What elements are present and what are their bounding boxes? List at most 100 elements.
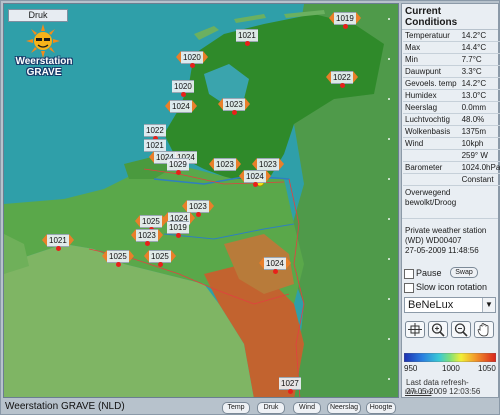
scale-max: 1050 — [478, 364, 496, 373]
condition-value: 10kph — [458, 137, 500, 150]
condition-label: Humidex — [403, 89, 459, 102]
station-label[interactable]: 1021 — [236, 29, 258, 46]
logo-line2: GRAVE — [26, 67, 62, 78]
condition-value: 7.7°C — [458, 53, 500, 66]
pause-checkbox[interactable] — [404, 268, 414, 279]
station-info-line1: Private weather station — [405, 226, 487, 235]
station-dot — [231, 110, 237, 115]
logo-line1: Weerstation — [15, 56, 73, 67]
condition-label: Wolkenbasis — [403, 125, 459, 138]
zoom-extent-button[interactable] — [405, 321, 425, 338]
station-label[interactable]: 1023 — [131, 229, 163, 246]
station-label[interactable]: 1024 — [259, 257, 291, 274]
condition-label: Max — [403, 41, 459, 54]
map-tab-druk[interactable]: Druk — [8, 9, 68, 22]
condition-label: Gevoels. temp — [403, 77, 459, 90]
swap-button[interactable]: Swap — [450, 267, 478, 278]
station-dot — [244, 41, 250, 46]
layer-button-hoogte[interactable]: Hoogte — [366, 402, 396, 414]
station-label[interactable]: 1024 — [165, 100, 197, 113]
pause-label: Pause — [416, 268, 442, 278]
forecast-line2: bewolkt/Droog — [405, 198, 457, 207]
region-select[interactable]: BeNeLux ▼ — [404, 297, 496, 313]
condition-label: Temperatuur — [403, 30, 459, 42]
condition-row: Neerslag 0.0mm — [403, 101, 500, 114]
version-link[interactable]: MML 1.03 — [405, 390, 431, 396]
station-label[interactable]: 1021 — [144, 139, 166, 152]
condition-value: 1024.0hPa — [458, 161, 500, 174]
scale-mid: 1000 — [442, 364, 460, 373]
condition-row: Luchtvochtig 48.0% — [403, 113, 500, 126]
station-logo: Weerstation GRAVE — [12, 24, 76, 82]
condition-row: Gevoels. temp 14.2°C — [403, 77, 500, 90]
station-label[interactable]: 1025 — [102, 250, 134, 267]
station-label[interactable]: 1022 — [326, 71, 358, 88]
crosshair-icon — [408, 323, 422, 336]
station-label[interactable]: 1029 — [167, 158, 189, 175]
layer-button-wind[interactable]: Wind — [293, 402, 321, 414]
condition-row: Constant — [403, 173, 500, 186]
station-dot — [252, 182, 258, 187]
slow-rotation-label: Slow icon rotation — [416, 282, 488, 292]
station-dot — [342, 24, 348, 29]
station-dot — [115, 262, 121, 267]
scale-min: 950 — [404, 364, 418, 373]
chevron-down-icon[interactable]: ▼ — [482, 298, 495, 312]
slow-rotation-checkbox[interactable] — [404, 282, 414, 293]
station-dot — [195, 212, 201, 217]
condition-value: 14.2°C — [458, 77, 500, 90]
station-label[interactable]: 1023 — [182, 200, 214, 217]
station-label[interactable]: 1021 — [42, 234, 74, 251]
station-label[interactable]: 1020 — [176, 51, 208, 68]
pause-row: Pause Swap — [404, 267, 478, 279]
zoom-in-icon — [431, 323, 445, 337]
conditions-table: Temperatuur 14.2°C Max 14.4°C Min 7.7°C Dauwpu… — [403, 30, 500, 186]
station-label[interactable]: 1019 — [329, 12, 361, 29]
station-label[interactable]: 1023 — [209, 158, 241, 171]
station-dot — [339, 83, 345, 88]
region-value: BeNeLux — [408, 299, 454, 311]
condition-label: Wind — [403, 137, 459, 150]
layer-button-temp[interactable]: Temp — [222, 402, 250, 414]
condition-row: 259° W — [403, 149, 500, 162]
sun-icon — [26, 24, 60, 58]
condition-label: Min — [403, 53, 459, 66]
station-label[interactable]: 1019 — [167, 221, 189, 238]
weather-map[interactable]: Druk Weerstation GRAVE 1019 1021 1020 10… — [3, 3, 399, 398]
condition-row: Humidex 13.0°C — [403, 89, 500, 102]
pan-button[interactable] — [474, 321, 494, 338]
zoom-out-button[interactable] — [451, 321, 471, 338]
condition-row: Min 7.7°C — [403, 53, 500, 66]
condition-value: 14.4°C — [458, 41, 500, 54]
forecast-text: Overwegend bewolkt/Droog — [402, 186, 498, 219]
station-label[interactable]: 1025 — [144, 250, 176, 267]
condition-value: 48.0% — [458, 113, 500, 126]
conditions-panel: Current Conditions Temperatuur 14.2°C Max 1… — [401, 3, 500, 398]
app-frame: Druk Weerstation GRAVE 1019 1021 1020 10… — [0, 0, 500, 415]
layer-button-druk[interactable]: Druk — [257, 402, 285, 414]
condition-value: 259° W — [458, 149, 500, 162]
station-label[interactable]: 1027 — [279, 377, 301, 394]
station-label[interactable]: 1022 — [144, 124, 166, 141]
hand-icon — [477, 323, 489, 337]
station-label[interactable]: 1023 — [252, 158, 284, 171]
condition-row: Barometer 1024.0hPa — [403, 161, 500, 174]
zoom-out-icon — [454, 323, 468, 337]
station-label[interactable]: 1020 — [172, 80, 194, 97]
forecast-line1: Overwegend — [405, 188, 451, 197]
station-dot — [55, 246, 61, 251]
condition-value: Constant — [458, 173, 500, 186]
station-value: 1023 — [214, 158, 236, 171]
station-dot — [189, 63, 195, 68]
condition-row: Wolkenbasis 1375m — [403, 125, 500, 138]
condition-value: 1375m — [458, 125, 500, 138]
station-dot — [272, 269, 278, 274]
condition-value: 14.2°C — [458, 30, 500, 42]
station-dot — [144, 241, 150, 246]
station-label[interactable]: 1025 — [135, 215, 167, 232]
station-title: Weerstation GRAVE (NLD) — [5, 401, 125, 412]
zoom-in-button[interactable] — [428, 321, 448, 338]
station-label[interactable]: 1023 — [218, 98, 250, 115]
station-label[interactable]: 1024 — [239, 170, 271, 187]
layer-button-neerslag[interactable]: Neerslag — [327, 402, 361, 414]
